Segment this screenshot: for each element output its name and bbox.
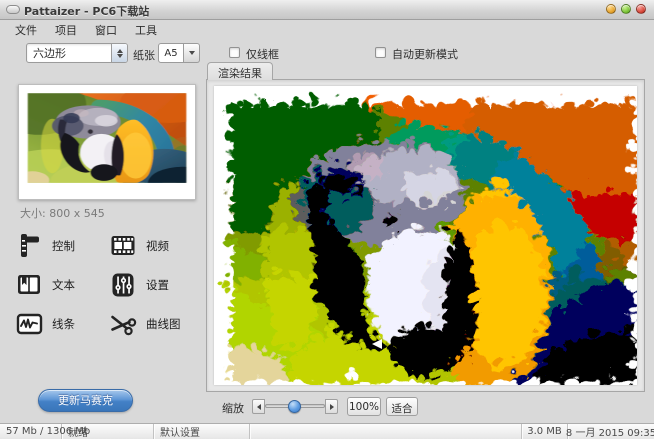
paper-dropdown-button[interactable] bbox=[184, 43, 200, 63]
video-icon bbox=[110, 233, 137, 259]
zoom-slider[interactable] bbox=[252, 398, 338, 415]
tool-label: 设置 bbox=[146, 277, 169, 293]
tool-label: 曲线图 bbox=[146, 316, 181, 332]
tool-label: 视频 bbox=[146, 238, 169, 254]
render-page bbox=[214, 86, 637, 385]
source-image-thumbnail[interactable] bbox=[18, 84, 196, 200]
tool-label: 线条 bbox=[52, 316, 75, 332]
paper-label: 纸张 bbox=[133, 47, 155, 63]
minimize-button[interactable] bbox=[606, 4, 616, 14]
image-size-label: 大小: 800 x 545 bbox=[20, 205, 105, 221]
render-viewport[interactable] bbox=[206, 79, 645, 392]
tool-button-grid: 控制 视频 文本 bbox=[16, 226, 200, 343]
datetime: 8 一月 2015 09:35 bbox=[568, 424, 654, 439]
menu-window[interactable]: 窗口 bbox=[86, 21, 126, 39]
file-size: 3.0 MB bbox=[522, 424, 568, 439]
tool-label: 文本 bbox=[52, 277, 75, 293]
control-icon bbox=[16, 233, 43, 259]
update-mosaic-button[interactable]: 更新马赛克 bbox=[38, 389, 133, 412]
memory-usage: 57 Mb / 1306 Mb bbox=[0, 424, 62, 439]
autoupdate-checkbox[interactable] bbox=[375, 47, 386, 58]
maximize-button[interactable] bbox=[621, 4, 631, 14]
close-button[interactable] bbox=[636, 4, 646, 14]
wireframe-label: 仅线框 bbox=[246, 46, 279, 62]
arrow-left-icon bbox=[257, 404, 261, 410]
wireframe-checkbox[interactable] bbox=[229, 47, 240, 58]
tool-text-button[interactable]: 文本 bbox=[16, 265, 110, 304]
scissors-icon bbox=[110, 311, 137, 337]
app-window: Pattaizer - PC6下载站 文件 项目 窗口 工具 六边形 纸张 A5… bbox=[0, 0, 654, 439]
tool-settings-button[interactable]: 设置 bbox=[110, 265, 200, 304]
settings-icon bbox=[110, 272, 137, 298]
pattern-select-value: 六边形 bbox=[27, 45, 111, 61]
paper-select-value: A5 bbox=[164, 48, 177, 59]
tool-label: 控制 bbox=[52, 238, 75, 254]
app-icon bbox=[6, 5, 20, 14]
parrot-photo bbox=[24, 90, 190, 186]
preset-text: 默认设置 bbox=[154, 424, 250, 439]
menu-file[interactable]: 文件 bbox=[6, 21, 46, 39]
fit-button[interactable]: 适合 bbox=[386, 397, 418, 416]
lines-icon bbox=[16, 311, 43, 337]
title-bar[interactable]: Pattaizer - PC6下载站 bbox=[0, 0, 654, 20]
status-bar: 57 Mb / 1306 Mb 就绪 默认设置 3.0 MB 8 一月 2015… bbox=[0, 423, 654, 439]
zoom-label: 缩放 bbox=[222, 400, 244, 416]
status-text: 就绪 bbox=[62, 424, 154, 439]
zoom-percent-button[interactable]: 100% bbox=[347, 397, 381, 416]
status-spacer bbox=[250, 424, 522, 439]
slider-thumb[interactable] bbox=[288, 400, 301, 413]
tool-video-button[interactable]: 视频 bbox=[110, 226, 200, 265]
cursor-arrow-icon bbox=[372, 339, 382, 349]
stepper-icon[interactable] bbox=[111, 44, 127, 62]
arrow-right-icon bbox=[330, 404, 334, 410]
paper-select[interactable]: A5 bbox=[158, 43, 184, 63]
pattern-select[interactable]: 六边形 bbox=[26, 43, 128, 63]
menu-bar: 文件 项目 窗口 工具 bbox=[0, 21, 654, 38]
tool-control-button[interactable]: 控制 bbox=[16, 226, 110, 265]
autoupdate-label: 自动更新模式 bbox=[392, 46, 458, 62]
slider-track[interactable] bbox=[265, 399, 325, 414]
crystallized-parrot-render bbox=[214, 86, 637, 385]
slider-left-button[interactable] bbox=[252, 399, 265, 414]
chevron-down-icon bbox=[189, 51, 195, 55]
text-icon bbox=[16, 272, 43, 298]
slider-right-button[interactable] bbox=[325, 399, 338, 414]
tool-curve-button[interactable]: 曲线图 bbox=[110, 304, 200, 343]
tool-lines-button[interactable]: 线条 bbox=[16, 304, 110, 343]
window-title: Pattaizer - PC6下载站 bbox=[24, 3, 149, 19]
menu-project[interactable]: 项目 bbox=[46, 21, 86, 39]
menu-tools[interactable]: 工具 bbox=[126, 21, 166, 39]
tab-render-result[interactable]: 渲染结果 bbox=[207, 62, 273, 80]
